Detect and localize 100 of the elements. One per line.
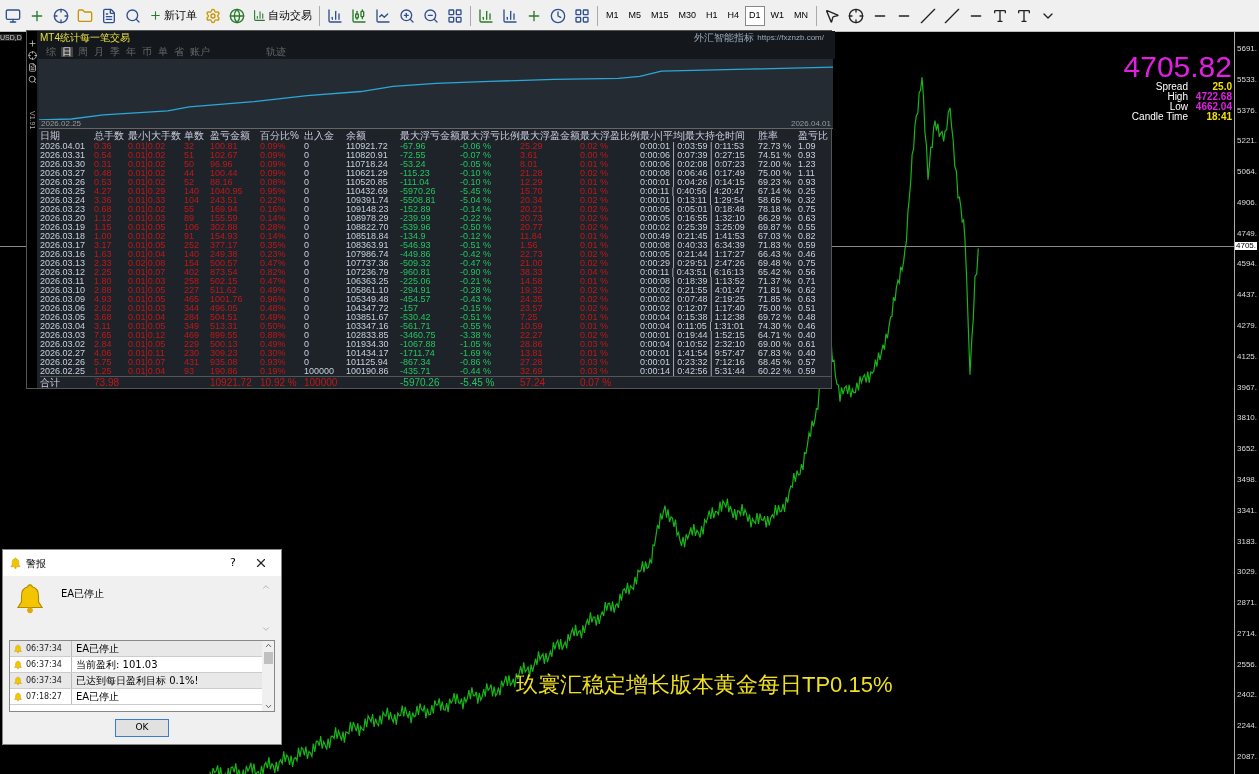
scroll-up-icon[interactable]	[263, 641, 273, 650]
timeframe-button[interactable]: H1	[702, 5, 722, 26]
help-button[interactable]: ?	[223, 554, 243, 572]
timeframe-button[interactable]: M15	[647, 5, 673, 26]
table-cell-text: 55	[184, 205, 195, 214]
table-cell-text: -5508.81	[400, 196, 437, 205]
website-link[interactable]: https://fxznzb.com/	[757, 34, 824, 42]
table-cell-text: 0.82%	[260, 268, 287, 277]
table-cell-text: 0.02 %	[580, 223, 610, 232]
table-cell-text: 0	[304, 358, 310, 367]
price-label: 4749.	[1237, 229, 1259, 238]
table-cell-text: 13.81	[520, 349, 544, 358]
table-cell-text: 0:00:08 | 0:40:33 | 6:34:39	[640, 241, 746, 250]
price-label: 5533.	[1237, 75, 1259, 84]
table-cell-text: -435.71	[400, 367, 432, 376]
table-cell-text: -0.43 %	[460, 295, 493, 304]
price-label: 2244.	[1237, 722, 1259, 731]
table-cell-text: 0.93%	[260, 358, 287, 367]
timeframe-button[interactable]: D1	[745, 5, 765, 26]
table-cell-text: 0:00:08 | 0:06:46 | 0:17:49	[640, 169, 746, 178]
bell-icon	[13, 675, 23, 686]
chart-icon	[253, 9, 266, 22]
table-cell-text: 0.02|0.08	[128, 259, 167, 268]
table-cell-text: -561.71	[400, 322, 432, 331]
table-cell-text: 0.95%	[260, 187, 287, 196]
table-cell-text: 109148.23	[346, 205, 390, 214]
table-cell-text: -72.55	[400, 151, 427, 160]
table-cell-text: 71.85 %	[758, 295, 793, 304]
table-cell-text: 0.35%	[260, 241, 287, 250]
table-cell-text: 107737.36	[346, 259, 390, 268]
auto-trading-button[interactable]: 自动交易	[250, 4, 315, 27]
table-cell-text: 0.01 %	[580, 241, 610, 250]
table-cell-text: 349	[184, 322, 201, 331]
table-cell-text: 0:00:01 | 0:04:26 | 0:14:15	[640, 178, 746, 187]
timeframe-button[interactable]: W1	[766, 5, 789, 26]
table-cell-text: 0	[304, 223, 310, 232]
table-cell-text: 100000	[304, 367, 336, 376]
bell-icon	[13, 643, 23, 654]
scroll-down-icon[interactable]	[263, 702, 273, 711]
info-value: 4722.68	[1194, 92, 1232, 102]
table-cell-text: 0.04 %	[580, 268, 610, 277]
price-label: 2871.	[1237, 599, 1259, 608]
alert-time: 06:37:34	[26, 658, 62, 671]
table-cell-text: 0.53	[94, 178, 113, 187]
table-cell-text: 155.59	[210, 214, 239, 223]
new-order-button[interactable]: 新订单	[146, 4, 200, 27]
table-cell-text: 0.25	[798, 187, 817, 196]
table-cell-text: 1.15	[94, 223, 113, 232]
table-cell-text: 2026.03.23	[40, 205, 87, 214]
table-cell-text: 2026.02.26	[40, 358, 87, 367]
search-icon[interactable]	[27, 75, 37, 84]
table-cell-text: 71.81 %	[758, 286, 793, 295]
table-cell-text: -5.45 %	[460, 187, 493, 196]
table-cell-text: -0.05 %	[460, 160, 493, 169]
table-cell-text: -509.32	[400, 259, 432, 268]
table-cell-text: 0.57	[798, 358, 817, 367]
table-cell-text: 0.59	[798, 367, 817, 376]
price-label: 2556.	[1237, 660, 1259, 669]
table-cell-text: 0.48	[94, 169, 113, 178]
timeframe-button[interactable]: M30	[674, 5, 701, 26]
table-cell-text: 284	[184, 313, 201, 322]
timeframe-button[interactable]: H4	[723, 5, 744, 26]
table-cell-text: 0.82	[798, 232, 817, 241]
table-cell-text: 496.05	[210, 304, 239, 313]
timeframe-button[interactable]: M1	[602, 5, 623, 26]
table-cell-text: 66.29 %	[758, 214, 793, 223]
column-header: 单数	[184, 130, 205, 142]
table-cell-text: 0.02 %	[580, 250, 610, 259]
document-icon[interactable]	[27, 63, 37, 72]
table-cell-text: -1711.74	[400, 349, 436, 358]
timeframe-button[interactable]: M5	[624, 5, 646, 26]
table-cell-text: 0:00:11 | 0:43:51 | 6:16:13	[640, 268, 746, 277]
timeframe-button[interactable]: MN	[790, 5, 813, 26]
panel-tab[interactable]: 日	[61, 47, 73, 57]
scroll-thumb[interactable]	[263, 652, 273, 664]
table-cell-text: 28.86	[520, 340, 544, 349]
crosshair-icon[interactable]	[27, 51, 37, 60]
column-header: 盈亏比	[798, 130, 829, 142]
total-cell: -5970.26	[400, 376, 460, 388]
ok-button[interactable]: OK	[115, 719, 169, 737]
table-cell-text: 0.01|0.12	[128, 331, 167, 340]
alert-time: 07:18:27	[26, 690, 62, 703]
table-cell-text: 2026.03.27	[40, 169, 87, 178]
table-cell-text: 377.17	[210, 241, 239, 250]
table-cell-text: 0:00:04 | 0:15:38 | 1:12:38	[640, 313, 746, 322]
table-cell-text: 0.50%	[260, 322, 287, 331]
table-cell-text: 38.33	[520, 268, 544, 277]
table-cell-text: -134.9	[400, 232, 427, 241]
price-label: 4437.	[1237, 291, 1259, 300]
table-cell-text: -0.14 %	[460, 205, 493, 214]
table-cell-text: 4.27	[94, 187, 113, 196]
table-cell-text: 0.01|0.02	[128, 178, 167, 187]
column-header: 最小|平均|最大持仓时间	[640, 130, 747, 142]
table-cell-text: 0	[304, 268, 310, 277]
table-cell-text: 52	[184, 178, 195, 187]
table-cell-text: 2026.03.02	[40, 340, 87, 349]
plus-icon[interactable]	[27, 39, 37, 48]
table-cell-text: -0.06 %	[460, 142, 493, 151]
scrollbar[interactable]	[262, 641, 274, 711]
table-cell-text: 32.69	[520, 367, 544, 376]
